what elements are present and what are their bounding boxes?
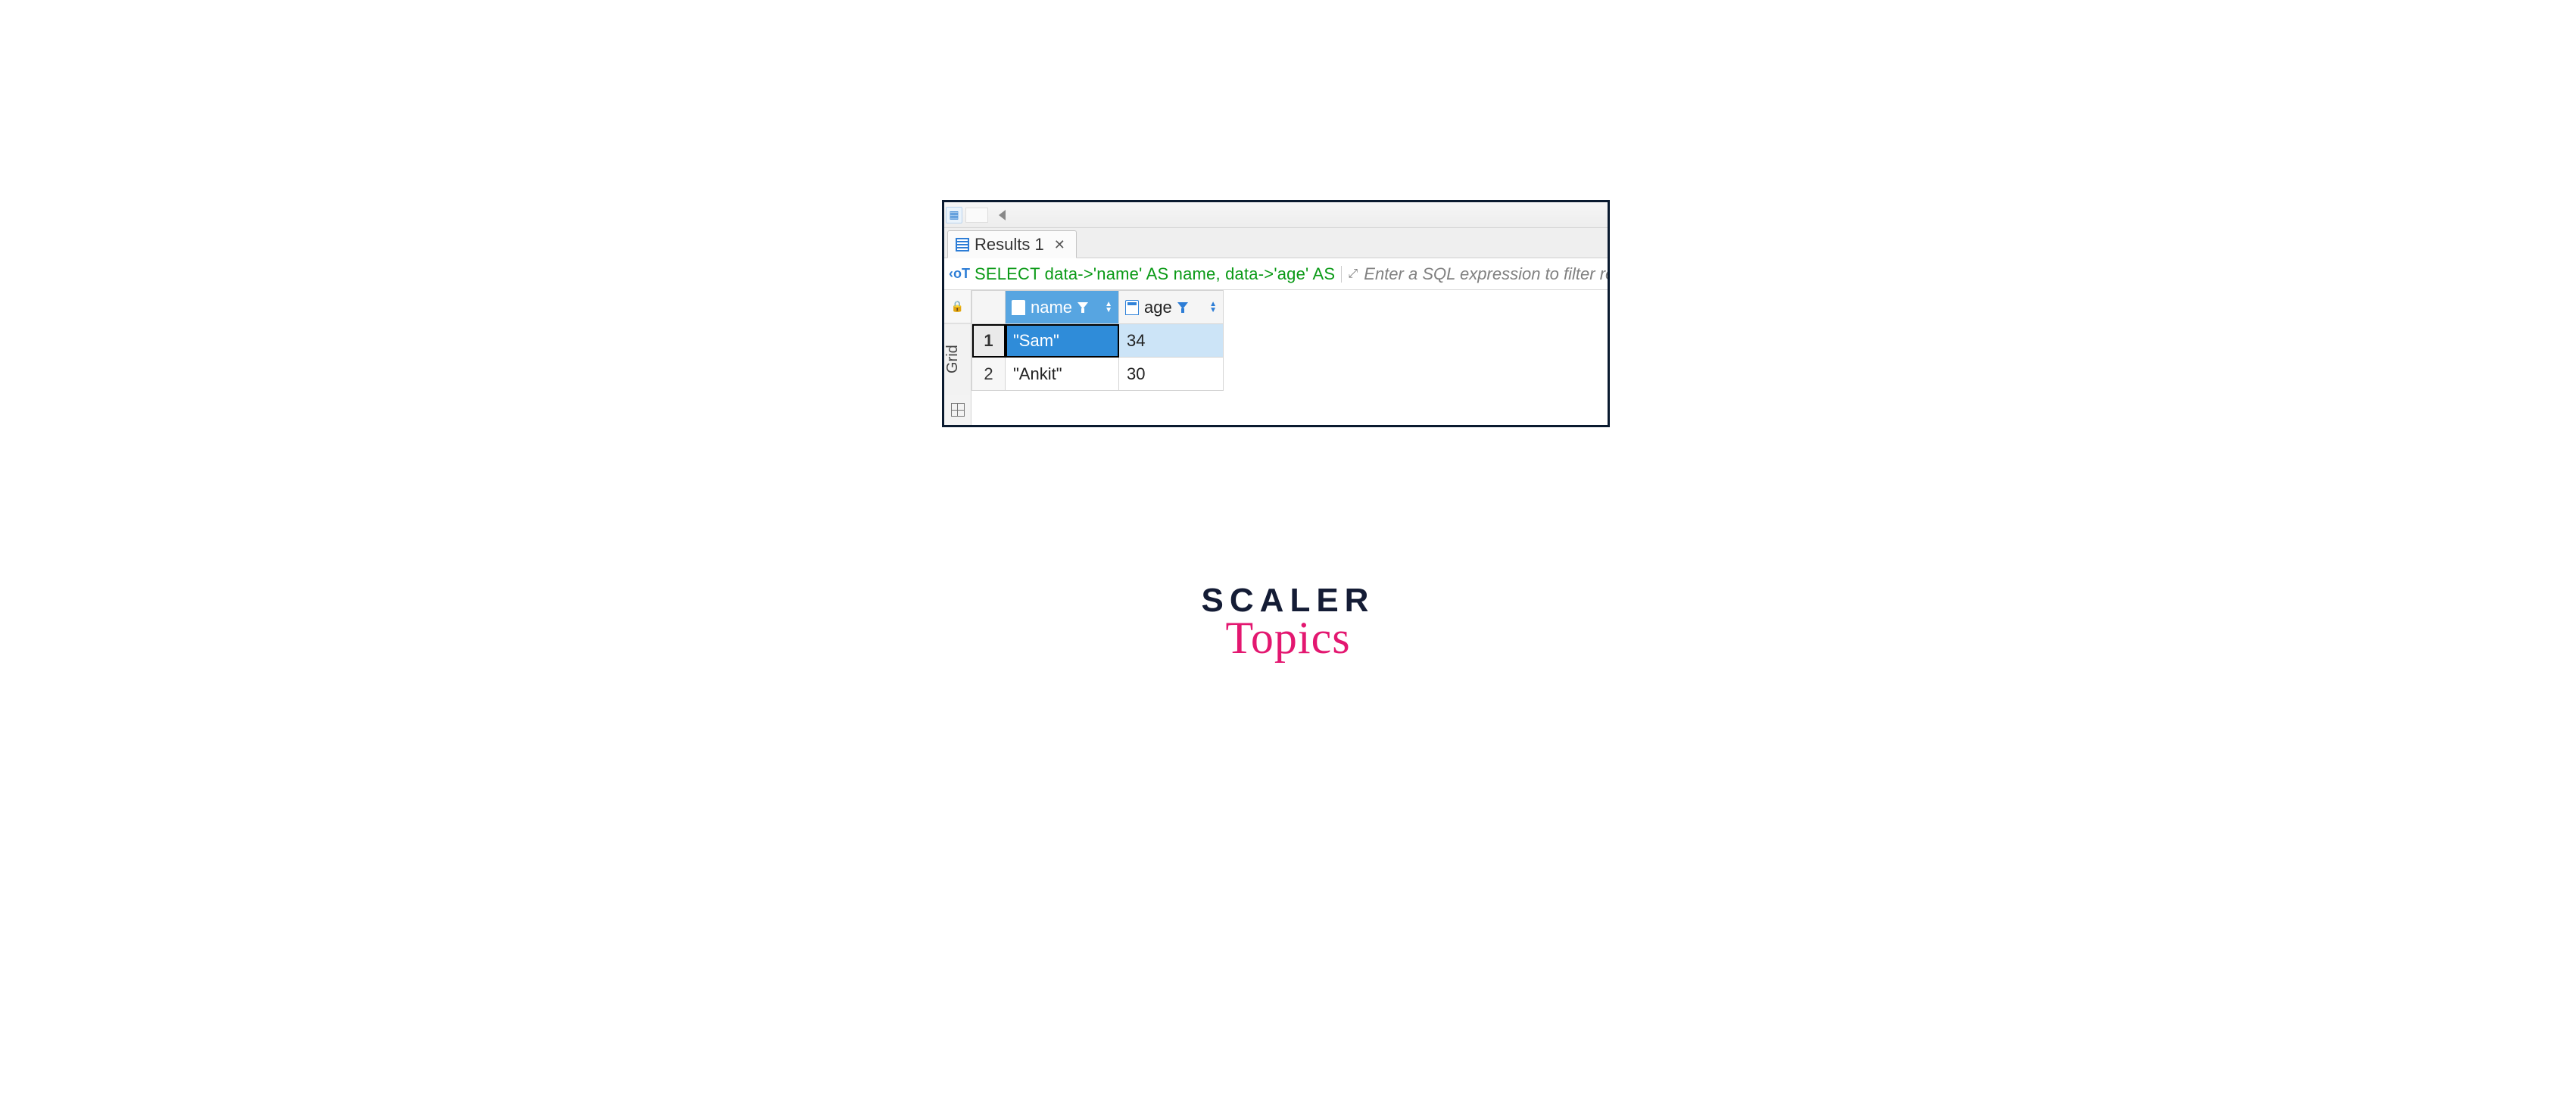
- filter-icon[interactable]: [1177, 302, 1188, 313]
- sort-icon[interactable]: ▲▼: [1105, 301, 1112, 314]
- results-grid: 🔒 Grid name ▲▼: [944, 290, 1608, 425]
- cell-name[interactable]: "Ankit": [1006, 358, 1119, 391]
- sort-icon[interactable]: ▲▼: [1209, 301, 1217, 314]
- tab-results-1[interactable]: Results 1 ✕: [947, 230, 1077, 258]
- sql-icon: ‹oT: [949, 266, 970, 282]
- query-text[interactable]: SELECT data->'name' AS name, data->'age'…: [975, 264, 1335, 284]
- db-icon[interactable]: ▦: [946, 207, 962, 223]
- tab-bar: Results 1 ✕: [944, 228, 1608, 258]
- json-column-icon: [1012, 300, 1025, 315]
- close-icon[interactable]: ✕: [1054, 237, 1065, 253]
- column-label: name: [1031, 298, 1072, 317]
- grid-tab-label[interactable]: Grid: [944, 323, 971, 395]
- table-row[interactable]: 2 "Ankit" 30: [972, 358, 1224, 391]
- grid-view-icon[interactable]: [944, 395, 971, 425]
- json-column-icon: [1125, 300, 1139, 315]
- rownum-header: [972, 291, 1006, 324]
- column-header-name[interactable]: name ▲▼: [1006, 291, 1119, 324]
- table-icon: [956, 238, 969, 251]
- tab-label: Results 1: [975, 235, 1044, 255]
- grid-sidebar: 🔒 Grid: [944, 290, 971, 425]
- cell-age[interactable]: 34: [1119, 324, 1224, 358]
- filter-input[interactable]: Enter a SQL expression to filter results…: [1364, 264, 1608, 284]
- query-bar: ‹oT SELECT data->'name' AS name, data->'…: [944, 258, 1608, 290]
- scaler-topics-logo: SCALER Topics: [1202, 582, 1375, 664]
- toolbar-separator: [965, 208, 988, 223]
- row-number[interactable]: 2: [972, 358, 1006, 391]
- column-label: age: [1144, 298, 1172, 317]
- lock-icon[interactable]: 🔒: [944, 290, 971, 323]
- filter-icon[interactable]: [1077, 302, 1088, 313]
- column-header-age[interactable]: age ▲▼: [1119, 291, 1224, 324]
- logo-text-bottom: Topics: [1202, 612, 1375, 664]
- row-number[interactable]: 1: [972, 324, 1006, 358]
- table-row[interactable]: 1 "Sam" 34: [972, 324, 1224, 358]
- results-panel: ▦ Results 1 ✕ ‹oT SELECT data->'name' AS…: [942, 200, 1610, 427]
- expand-icon[interactable]: ⤢: [1341, 266, 1358, 283]
- cell-age[interactable]: 30: [1119, 358, 1224, 391]
- cell-name[interactable]: "Sam": [1006, 324, 1119, 358]
- top-toolbar: ▦: [944, 202, 1608, 228]
- back-arrow-icon[interactable]: [999, 210, 1006, 220]
- data-table: name ▲▼ age ▲▼: [971, 290, 1224, 391]
